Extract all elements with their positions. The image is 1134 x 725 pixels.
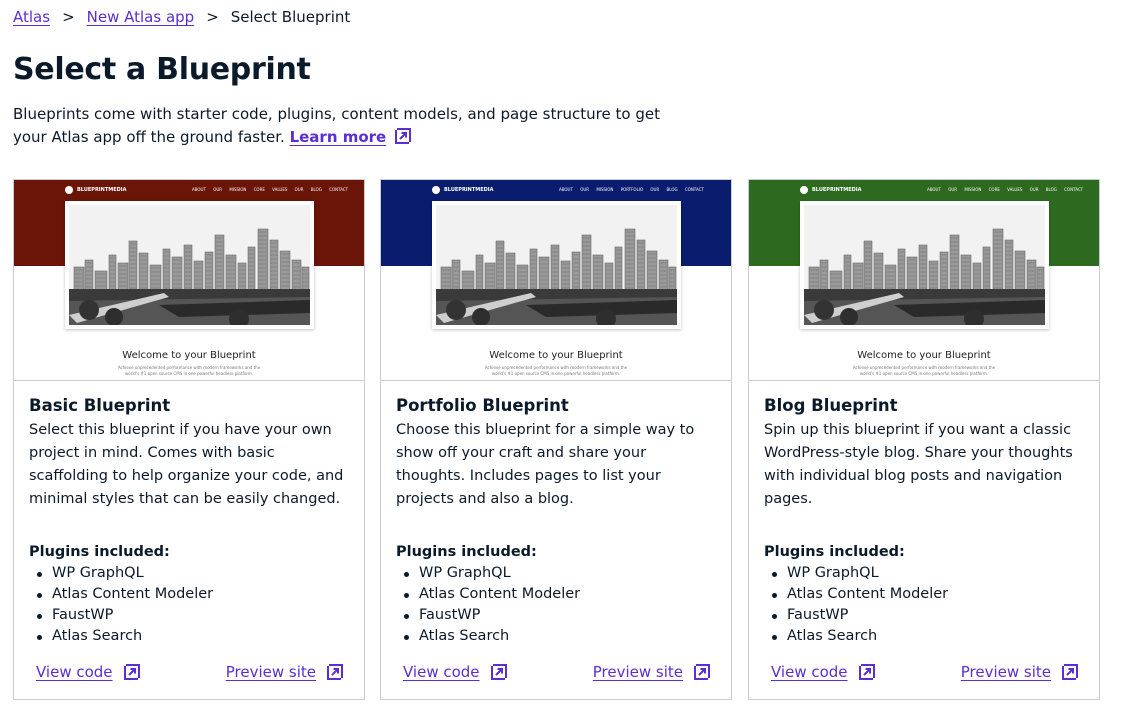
plugin-item: Atlas Search [396,626,580,647]
learn-more-link[interactable]: Learn more [290,128,413,146]
plugins-title: Plugins included: [764,544,905,560]
plugin-item: Atlas Search [764,626,948,647]
view-code-link[interactable]: View code [771,663,876,681]
external-link-icon [1061,663,1079,681]
preview-site-link[interactable]: Preview site [226,663,344,681]
plugin-item: WP GraphQL [396,563,580,584]
skyline-image [65,201,314,329]
preview-menu: ABOUT OUR MISSION CORE VALUES OUR BLOG C… [192,187,349,192]
preview-subtext-line: world's #1 open source CMS in one powerf… [124,371,254,376]
plugins-section: Plugins included: WP GraphQL Atlas Content… [29,541,213,647]
preview-subtext: Achieve unprecedented performance with m… [381,365,731,377]
blueprint-preview-image: BLUEPRINTMEDIA ABOUT OUR MISSION CORE VAL… [749,180,1099,381]
external-link-icon [490,663,508,681]
blueprint-preview-image: BLUEPRINTMEDIA ABOUT OUR MISSION CORE VAL… [14,180,364,381]
plugin-item: Atlas Search [29,626,213,647]
plugin-item: FaustWP [396,605,580,626]
preview-subtext: Achieve unprecedented performance with m… [749,365,1099,377]
plugin-item: Atlas Content Modeler [29,584,213,605]
preview-logo-text: BLUEPRINTMEDIA [444,187,494,193]
view-code-link[interactable]: View code [36,663,141,681]
skyline-image [432,201,681,329]
plugins-section: Plugins included: WP GraphQL Atlas Content… [396,541,580,647]
card-links: View code Preview site [36,663,344,685]
chevron-right-icon: > [62,8,75,26]
plugins-section: Plugins included: WP GraphQL Atlas Content… [764,541,948,647]
preview-menu: ABOUT OUR MISSION PORTFOLIO OUR BLOG CON… [559,187,704,192]
external-link-icon [858,663,876,681]
preview-nav: BLUEPRINTMEDIA ABOUT OUR MISSION CORE VAL… [14,186,364,196]
preview-logo-text: BLUEPRINTMEDIA [812,187,862,193]
breadcrumb-current: Select Blueprint [230,8,351,26]
plugin-item: FaustWP [29,605,213,626]
preview-site-link[interactable]: Preview site [593,663,711,681]
logo-icon [432,186,440,194]
view-code-label: View code [36,663,113,681]
logo-icon [800,186,808,194]
external-link-icon [693,663,711,681]
preview-site-link[interactable]: Preview site [961,663,1079,681]
card-title: Blog Blueprint [764,396,898,415]
plugin-item: Atlas Content Modeler [396,584,580,605]
plugin-item: FaustWP [764,605,948,626]
preview-nav: BLUEPRINTMEDIA ABOUT OUR MISSION CORE VAL… [749,186,1099,196]
plugin-item: WP GraphQL [764,563,948,584]
view-code-link[interactable]: View code [403,663,508,681]
card-description: Select this blueprint if you have your o… [29,422,344,507]
external-link-icon [123,663,141,681]
preview-subtext-line: world's #1 open source CMS in one powerf… [491,371,621,376]
preview-site-label: Preview site [960,663,1051,681]
card-description: Spin up this blueprint if you want a cla… [764,422,1073,507]
external-link-icon [326,663,344,681]
preview-subtext: Achieve unprecedented performance with m… [14,365,364,377]
logo-icon [65,186,73,194]
breadcrumb-link-atlas[interactable]: Atlas [13,8,50,26]
plugins-title: Plugins included: [396,544,537,560]
breadcrumb-link-new-atlas-app[interactable]: New Atlas app [87,8,195,26]
card-body: Portfolio Blueprint Choose this blueprint… [396,395,718,511]
blueprint-card-basic[interactable]: BLUEPRINTMEDIA ABOUT OUR MISSION CORE VAL… [13,179,365,700]
blueprint-card-portfolio[interactable]: BLUEPRINTMEDIA ABOUT OUR MISSION PORTFOLI… [380,179,732,700]
view-code-label: View code [403,663,480,681]
plugin-list: WP GraphQL Atlas Content Modeler FaustWP At… [29,563,213,647]
card-title: Portfolio Blueprint [396,396,569,415]
card-links: View code Preview site [403,663,711,685]
plugin-item: WP GraphQL [29,563,213,584]
card-links: View code Preview site [771,663,1079,685]
blueprint-card-blog[interactable]: BLUEPRINTMEDIA ABOUT OUR MISSION CORE VAL… [748,179,1100,700]
learn-more-label: Learn more [289,128,387,146]
plugins-title: Plugins included: [29,544,170,560]
preview-nav: BLUEPRINTMEDIA ABOUT OUR MISSION PORTFOLI… [381,186,731,196]
breadcrumb: Atlas > New Atlas app > Select Blueprint [13,6,350,28]
preview-subtext-line: world's #1 open source CMS in one powerf… [859,371,989,376]
card-body: Basic Blueprint Select this blueprint if … [29,395,351,511]
external-link-icon [394,127,412,145]
page-title: Select a Blueprint [13,52,311,87]
plugin-list: WP GraphQL Atlas Content Modeler FaustWP At… [764,563,948,647]
card-description: Choose this blueprint for a simple way t… [396,422,695,507]
chevron-right-icon: > [206,8,219,26]
plugin-list: WP GraphQL Atlas Content Modeler FaustWP At… [396,563,580,647]
card-title: Basic Blueprint [29,396,171,415]
preview-menu: ABOUT OUR MISSION CORE VALUES OUR BLOG C… [927,187,1084,192]
blueprint-preview-image: BLUEPRINTMEDIA ABOUT OUR MISSION PORTFOLI… [381,180,731,381]
skyline-image [800,201,1049,329]
preview-welcome: Welcome to your Blueprint [122,350,256,361]
plugin-item: Atlas Content Modeler [764,584,948,605]
page-intro: Blueprints come with starter code, plugi… [13,103,693,149]
preview-welcome: Welcome to your Blueprint [857,350,991,361]
card-body: Blog Blueprint Spin up this blueprint if … [764,395,1086,511]
preview-site-label: Preview site [225,663,316,681]
preview-site-label: Preview site [592,663,683,681]
preview-logo-text: BLUEPRINTMEDIA [77,187,127,193]
preview-welcome: Welcome to your Blueprint [489,350,623,361]
view-code-label: View code [771,663,848,681]
